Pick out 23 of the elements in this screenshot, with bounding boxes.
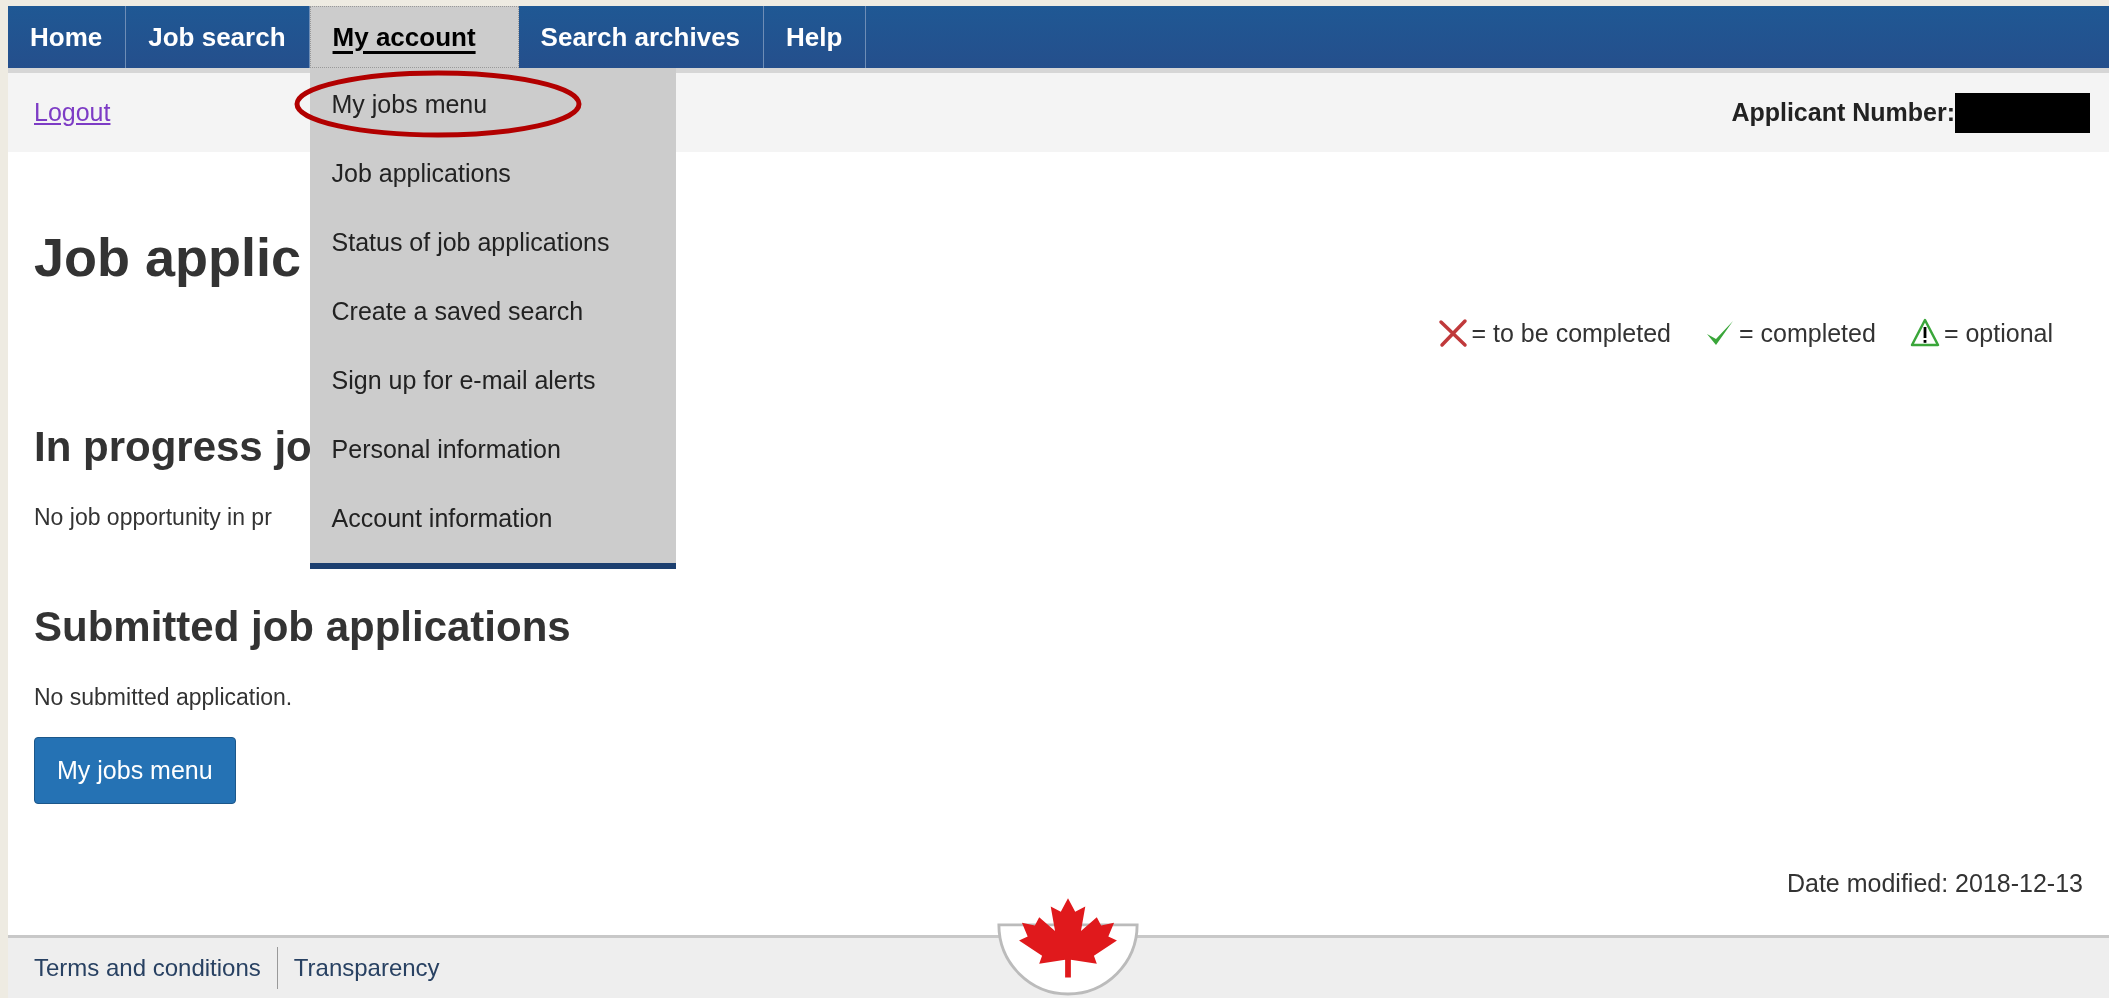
page-heading: Job applic: [34, 226, 302, 289]
section-heading: Submitted job applications: [34, 603, 571, 651]
nav-tab[interactable]: My account: [309, 6, 519, 68]
date-modified: Date modified: 2018-12-13: [1786, 869, 2083, 898]
legend-text: = optional: [1943, 318, 2053, 348]
menu-item[interactable]: Create a saved search: [309, 297, 584, 326]
my-jobs-menu-button[interactable]: My jobs menu: [34, 737, 236, 804]
legend-text: = completed: [1739, 318, 1876, 348]
applicant-number-label: Applicant Number:: [1731, 98, 1955, 127]
footer-link[interactable]: Transparency: [293, 954, 440, 982]
menu-item[interactable]: Job applications: [309, 159, 511, 188]
menu-item[interactable]: Personal information: [309, 435, 561, 464]
menu-item[interactable]: Account information: [309, 504, 553, 533]
footer-link[interactable]: Terms and conditions: [34, 954, 261, 982]
section-heading: In progress jo: [34, 423, 312, 471]
legend-text: = to be completed: [1471, 318, 1671, 348]
logout-link[interactable]: Logout: [34, 98, 111, 127]
section-text: No job opportunity in pr: [34, 504, 272, 530]
cross-icon: [1437, 318, 1468, 348]
warning-icon: [1909, 318, 1940, 348]
section-text: No submitted application.: [34, 684, 293, 710]
menu-item[interactable]: Status of job applications: [309, 228, 610, 257]
menu-item[interactable]: Sign up for e-mail alerts: [309, 366, 596, 395]
